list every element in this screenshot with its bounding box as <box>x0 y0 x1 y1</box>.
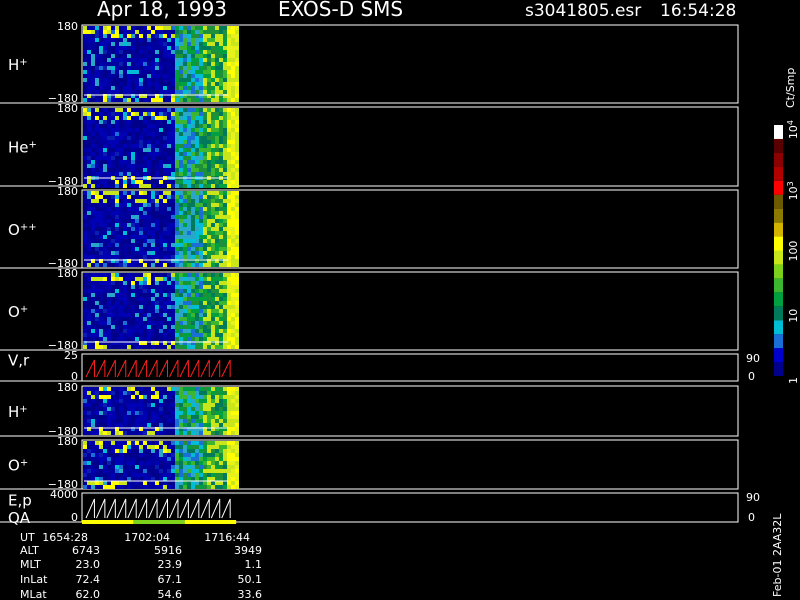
footer-cell: 54.6 <box>158 588 183 600</box>
colorbar-segment <box>774 334 783 349</box>
colorbar-segment <box>774 264 783 279</box>
panels-group: 180−180H+180−180He+180−180O++180−180O+25… <box>0 20 760 527</box>
ytick-top: 4000 <box>50 488 78 501</box>
footer-cell: 72.4 <box>76 573 101 586</box>
colorbar-segment <box>774 194 783 209</box>
colorbar-segment <box>774 138 783 153</box>
heatmap-cells <box>83 273 239 349</box>
colorbar-segment <box>774 348 783 363</box>
qa-segment <box>184 520 237 524</box>
colorbar-tick: 1 <box>787 377 800 384</box>
colorbar-segment <box>774 208 783 223</box>
footer-cell: 1702:04 <box>124 531 170 544</box>
right-tick-top: 90 <box>746 491 760 504</box>
colorbar-unit: Ct/Smp <box>784 68 797 108</box>
colorbar: 1 10 100 103 104 <box>774 120 800 384</box>
colorbar-segment <box>774 180 783 195</box>
footer-row-label: ALT <box>20 544 39 557</box>
ytick-bottom: 0 <box>71 511 78 524</box>
panel-label: E,p <box>8 492 32 510</box>
panel-h2: 180−180H+ <box>0 381 739 438</box>
colorbar-segment <box>774 362 783 376</box>
colorbar-segment <box>774 152 783 167</box>
panel-label: H+ <box>8 403 28 421</box>
right-tick-top: 90 <box>746 352 760 365</box>
panel-op1: 180−180O+ <box>0 267 739 352</box>
ytick-top: 180 <box>57 20 78 33</box>
heatmap-cells <box>83 108 239 188</box>
header-instrument: EXOS-D SMS <box>278 0 403 21</box>
panel-label: O+ <box>8 303 28 321</box>
footer-row-label: InLat <box>20 573 48 586</box>
ytick-top: 180 <box>57 102 78 115</box>
ytick-top: 180 <box>57 435 78 448</box>
ytick-top: 180 <box>57 381 78 394</box>
right-tick-bottom: 0 <box>748 370 755 383</box>
colorbar-tick: 104 <box>786 120 800 139</box>
qa-segment <box>133 520 185 524</box>
exos-d-sms-plot: Apr 18, 1993 EXOS-D SMS s3041805.esr 16:… <box>0 0 800 600</box>
panel-label-secondary: QA <box>8 509 31 527</box>
header-file: s3041805.esr <box>525 1 641 21</box>
colorbar-segment <box>774 306 783 321</box>
footer-row-label: UT <box>20 531 35 544</box>
footer-cell: 1716:44 <box>204 531 250 544</box>
footer-cell: 67.1 <box>158 573 183 586</box>
footer-cell: 33.6 <box>238 588 263 600</box>
colorbar-segment <box>774 278 783 293</box>
header-date: Apr 18, 1993 <box>97 0 227 21</box>
colorbar-segment <box>774 222 783 237</box>
panel-opp: 180−180O++ <box>0 185 739 270</box>
ytick-top: 180 <box>57 185 78 198</box>
colorbar-segment <box>774 166 783 181</box>
footer-side-label: Feb-01 2AA32L <box>771 513 784 597</box>
panel-label: V,r <box>8 352 30 370</box>
colorbar-tick: 103 <box>786 181 800 200</box>
colorbar-segment <box>774 125 783 139</box>
footer-cell: 1654:28 <box>42 531 88 544</box>
colorbar-segment <box>774 250 783 265</box>
colorbar-tick: 100 <box>787 241 800 262</box>
footer-row-label: MLT <box>20 558 41 571</box>
heatmap-cells <box>83 26 239 102</box>
panel-op2: 180−180O+ <box>0 435 739 491</box>
qa-segment <box>82 520 134 524</box>
footer-cell: 5916 <box>154 544 182 557</box>
footer-cell: 23.0 <box>76 558 101 571</box>
footer-cell: 6743 <box>72 544 100 557</box>
header-time: 16:54:28 <box>660 1 736 21</box>
panel-he1: 180−180He+ <box>0 102 739 188</box>
heatmap-cells <box>83 441 239 489</box>
footer-cell: 23.9 <box>158 558 183 571</box>
footer-cell: 3949 <box>234 544 262 557</box>
footer-cell: 50.1 <box>238 573 263 586</box>
trace-line <box>85 359 231 378</box>
panel-h1: 180−180H+ <box>0 20 739 105</box>
colorbar-segment <box>774 292 783 307</box>
colorbar-segment <box>774 236 783 251</box>
panel-label: He+ <box>8 139 37 157</box>
ephemeris-footer: UT 1654:28 1702:04 1716:44 ALT 6743 5916 3949 ML… <box>20 531 262 600</box>
panel-vr: 250V,r 900 <box>0 349 760 383</box>
colorbar-tick: 10 <box>787 309 800 323</box>
qa-bar <box>82 520 237 524</box>
colorbar-segment <box>774 320 783 335</box>
footer-cell: 62.0 <box>76 588 101 600</box>
panel-label: O++ <box>8 221 37 239</box>
right-tick-bottom: 0 <box>748 511 755 524</box>
panel-label: H+ <box>8 56 28 74</box>
panel-label: O+ <box>8 457 28 475</box>
footer-row-label: MLat <box>20 588 47 600</box>
ytick-top: 180 <box>57 267 78 280</box>
trace-line <box>85 498 231 519</box>
heatmap-cells <box>83 191 239 267</box>
footer-cell: 1.1 <box>245 558 263 571</box>
ytick-top: 25 <box>64 349 78 362</box>
